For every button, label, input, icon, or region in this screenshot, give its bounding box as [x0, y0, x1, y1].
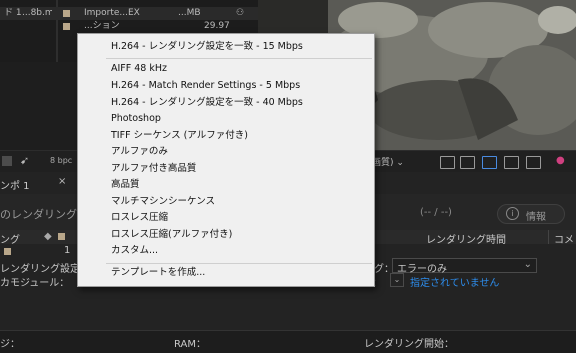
label-color-icon[interactable] [4, 248, 11, 255]
menu-item[interactable]: テンプレートを作成... [78, 265, 374, 281]
mask-icon[interactable] [482, 156, 497, 169]
item-name: ド 1 [4, 8, 22, 18]
queue-item-number: 1 [64, 245, 71, 256]
transparency-grid-icon[interactable] [460, 156, 475, 169]
menu-item[interactable]: AIFF 48 kHz [78, 61, 374, 77]
log-value: エラーのみ [397, 264, 447, 275]
chevron-down-icon: ⌄ [523, 259, 532, 270]
column-divider [548, 230, 549, 244]
menu-separator [106, 263, 372, 264]
menu-item[interactable]: H.264 - Match Render Settings - 5 Mbps [78, 78, 374, 94]
info-button[interactable]: i 情報 [497, 204, 565, 224]
menu-item[interactable]: H.264 - レンダリング設定を一致 - 15 Mbps [78, 39, 374, 55]
project-item-row[interactable]: ド 1 ...8b.mp4 Importe...EX ...MB ⚇ [0, 7, 258, 20]
label-icon[interactable] [58, 233, 65, 240]
snapshot-icon[interactable] [526, 156, 541, 169]
close-tab-icon[interactable]: × [58, 176, 66, 187]
ram-label: RAM： [174, 339, 207, 350]
network-icon: ⚇ [236, 8, 245, 18]
color-icon[interactable]: ● [556, 155, 565, 166]
region-icon[interactable] [440, 156, 455, 169]
output-to-link[interactable]: 指定されていません [410, 274, 499, 289]
menu-item[interactable]: ロスレス圧縮 [78, 210, 374, 226]
chevron-down-icon[interactable]: ⌄ [390, 273, 404, 287]
fast-draft-icon[interactable]: ➹ [20, 154, 29, 167]
menu-item[interactable]: 高品質 [78, 177, 374, 193]
status-bar: ジ： RAM： レンダリング開始： [0, 330, 576, 353]
menu-item[interactable]: マルチマシンシーケンス [78, 194, 374, 210]
status-message-label: ジ： [0, 339, 20, 350]
resolution-dropdown[interactable]: 画質) ⌄ [372, 155, 404, 168]
project-item-row[interactable]: ...ション 29.97 [0, 20, 258, 33]
item-type: ...ション [84, 21, 120, 31]
bpc-label[interactable]: 8 bpc [50, 156, 72, 165]
frames-readout: (-- / --) [420, 207, 452, 218]
menu-item[interactable]: アルファのみ [78, 144, 374, 160]
menu-item[interactable]: Photoshop [78, 111, 374, 127]
menu-item[interactable]: H.264 - レンダリング設定を一致 - 40 Mbps [78, 95, 374, 111]
label-color-icon[interactable] [63, 10, 70, 17]
channel-icon[interactable] [504, 156, 519, 169]
preview-icon[interactable] [2, 156, 12, 166]
queue-title: のレンダリング [0, 208, 77, 221]
item-type: Importe...EX [84, 8, 140, 18]
quality-label: 画質) [372, 158, 394, 168]
tag-icon[interactable]: ◆ [44, 231, 52, 242]
menu-item[interactable]: アルファ付き高品質 [78, 161, 374, 177]
log-dropdown[interactable]: エラーのみ ⌄ [392, 258, 537, 275]
render-start-label: レンダリング開始： [364, 339, 454, 350]
menu-item[interactable]: カスタム... [78, 243, 374, 259]
tab-comp[interactable]: ンポ 1 [0, 177, 30, 192]
item-fps: 29.97 [204, 21, 230, 31]
label-color-icon[interactable] [63, 23, 70, 30]
output-module-template-menu: H.264 - レンダリング設定を一致 - 15 Mbps AIFF 48 kH… [77, 33, 375, 287]
info-icon: i [506, 207, 519, 220]
info-label: 情報 [526, 212, 546, 223]
menu-separator [106, 58, 372, 59]
output-module-label: カモジュール： [0, 278, 70, 289]
item-size: ...MB [178, 8, 201, 18]
menu-item[interactable]: ロスレス圧縮(アルファ付き) [78, 227, 374, 243]
item-file: ...8b.mp4 [22, 8, 52, 18]
menu-item[interactable]: TIFF シーケンス (アルファ付き) [78, 128, 374, 144]
